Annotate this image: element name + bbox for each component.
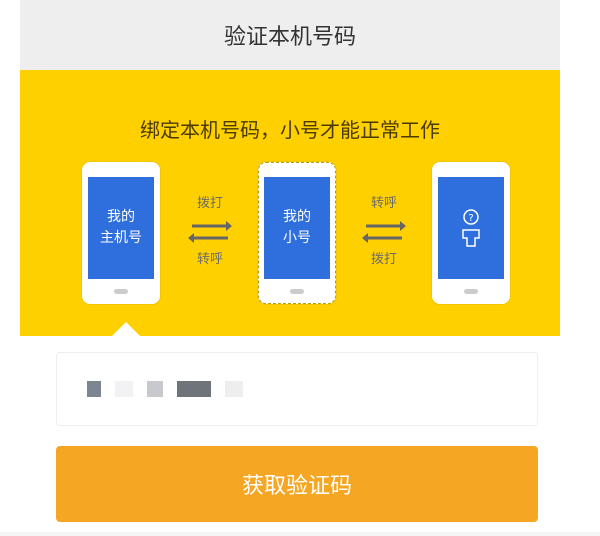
masked-digit: [87, 381, 101, 397]
phone-number-field[interactable]: [56, 352, 538, 426]
main-phone-label-line2: 主机号: [100, 230, 142, 246]
bottom-divider: [0, 532, 600, 536]
main-phone-label-line1: 我的: [107, 209, 135, 225]
binding-banner: 绑定本机号码，小号才能正常工作 我的 主机号 拨打 转呼 我的 小号 转呼 拨打…: [20, 70, 560, 336]
secondary-phone-illustration: 我的 小号: [258, 162, 336, 304]
secondary-phone-screen: 我的 小号: [264, 177, 330, 279]
masked-digit: [115, 381, 133, 397]
swap-arrows-icon: [354, 214, 414, 250]
home-button-icon: [290, 289, 304, 294]
swap-arrows-icon: [180, 214, 240, 250]
call-flow-arrows-1: 拨打 转呼: [180, 194, 240, 270]
masked-digit: [225, 381, 243, 397]
main-phone-screen: 我的 主机号: [88, 177, 154, 279]
secondary-phone-label-line2: 小号: [283, 230, 311, 246]
pointer-caret: [112, 322, 140, 336]
banner-title: 绑定本机号码，小号才能正常工作: [140, 118, 440, 142]
home-button-icon: [464, 289, 478, 294]
secondary-phone-label-line1: 我的: [283, 209, 311, 225]
home-button-icon: [114, 289, 128, 294]
question-person-icon: ?: [462, 209, 480, 247]
get-code-label: 获取验证码: [241, 474, 352, 499]
get-code-button[interactable]: 获取验证码: [56, 446, 538, 522]
svg-text:?: ?: [468, 213, 473, 224]
caller-phone-illustration: ?: [432, 162, 510, 304]
masked-digit: [147, 381, 163, 397]
page-header: 验证本机号码: [20, 0, 560, 70]
arrow-top-label: 拨打: [196, 196, 223, 211]
call-flow-arrows-2: 转呼 拨打: [354, 194, 414, 270]
caller-phone-screen: ?: [438, 177, 504, 279]
arrow-bottom-label: 转呼: [196, 252, 223, 267]
page-title: 验证本机号码: [223, 25, 356, 50]
arrow-bottom-label: 拨打: [370, 252, 397, 267]
arrow-top-label: 转呼: [370, 196, 397, 211]
masked-digit: [177, 381, 211, 397]
main-phone-illustration: 我的 主机号: [82, 162, 160, 304]
